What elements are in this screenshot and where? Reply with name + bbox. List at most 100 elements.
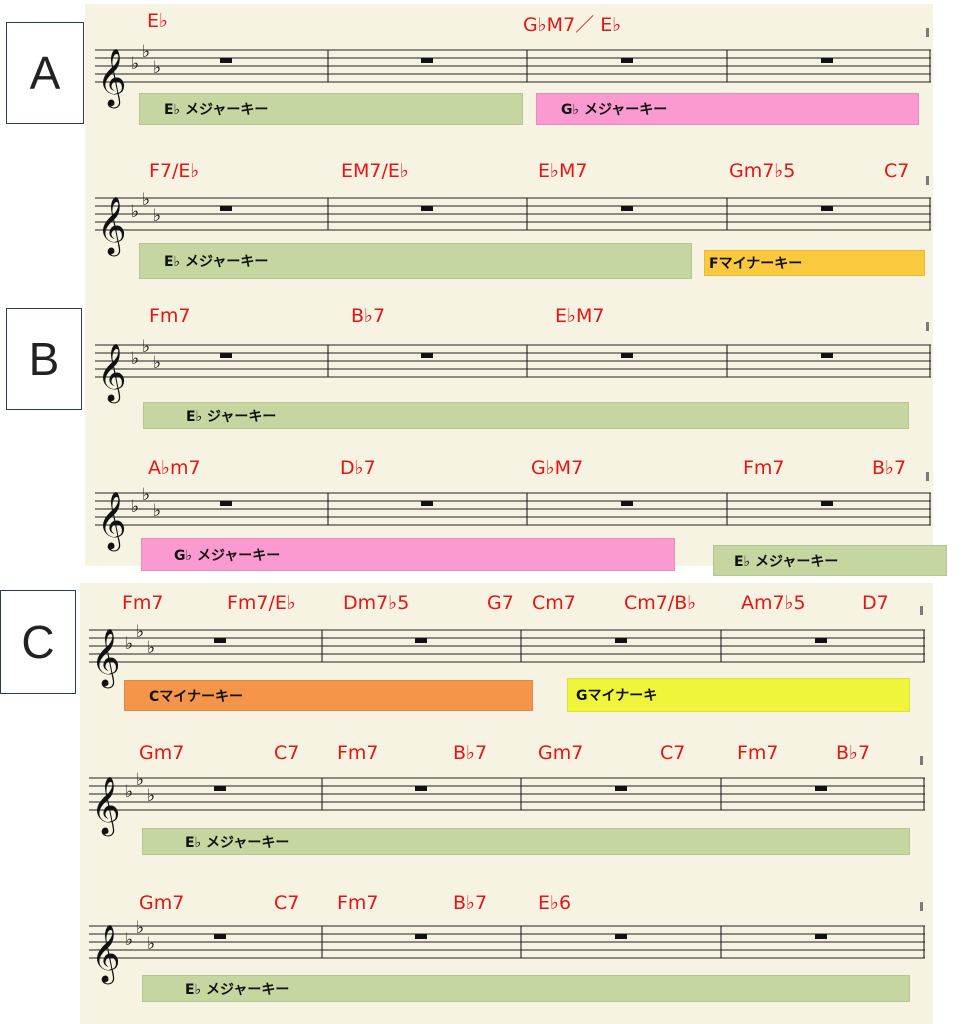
flat-icon: ♭ bbox=[142, 337, 150, 357]
music-staff: 𝄞 ♭♭♭ bbox=[95, 42, 931, 109]
flat-icon: ♭ bbox=[153, 353, 161, 373]
key-bar: Cマイナーキー bbox=[124, 680, 533, 711]
chord-symbol: Fm7 bbox=[149, 305, 191, 327]
section-label-b: B bbox=[6, 308, 82, 410]
whole-rest-icon bbox=[415, 934, 427, 939]
chord-symbol: Fm7 bbox=[737, 742, 779, 764]
flat-icon: ♭ bbox=[153, 501, 161, 521]
treble-clef-icon: 𝄞 bbox=[97, 343, 127, 404]
chord-symbol: E♭ bbox=[147, 10, 168, 32]
chord-symbol: D♭7 bbox=[340, 457, 376, 479]
treble-clef-icon: 𝄞 bbox=[91, 628, 121, 689]
whole-rest-icon bbox=[815, 638, 827, 643]
chord-symbol: Gm7♭5 bbox=[729, 160, 796, 182]
flat-icon: ♭ bbox=[147, 934, 155, 954]
key-bar: E♭ メジャーキー bbox=[139, 93, 523, 125]
chord-symbol: C7 bbox=[884, 160, 910, 182]
treble-clef-icon: 𝄞 bbox=[97, 196, 127, 257]
treble-clef-icon: 𝄞 bbox=[97, 48, 127, 109]
flat-icon: ♭ bbox=[136, 770, 144, 790]
whole-rest-icon bbox=[815, 786, 827, 791]
key-label: G♭ メジャーキー bbox=[561, 102, 668, 118]
whole-rest-icon bbox=[621, 501, 633, 506]
chord-symbol: Cm7/B♭ bbox=[624, 592, 697, 614]
chord-symbol: Fm7 bbox=[337, 892, 379, 914]
key-bar: G♭ メジャーキー bbox=[141, 538, 675, 571]
music-staff: 𝄞 ♭♭♭ bbox=[95, 190, 931, 257]
whole-rest-icon bbox=[421, 501, 433, 506]
whole-rest-icon bbox=[214, 786, 226, 791]
flat-icon: ♭ bbox=[147, 638, 155, 658]
flat-icon: ♭ bbox=[136, 918, 144, 938]
chord-symbol: E♭6 bbox=[538, 892, 572, 914]
treble-clef-icon: 𝄞 bbox=[97, 491, 127, 552]
whole-rest-icon bbox=[415, 638, 427, 643]
system-end-marker bbox=[920, 902, 923, 911]
system-end-marker bbox=[926, 28, 929, 37]
flat-icon: ♭ bbox=[142, 190, 150, 210]
flat-icon: ♭ bbox=[142, 42, 150, 62]
key-label: E♭ ジャーキー bbox=[186, 408, 277, 425]
chord-symbol: Fm7 bbox=[337, 742, 379, 764]
key-label: E♭ メジャーキー bbox=[164, 102, 269, 118]
music-staff: 𝄞 ♭♭♭ bbox=[89, 918, 925, 985]
whole-rest-icon bbox=[821, 353, 833, 358]
chord-symbol: B♭7 bbox=[836, 742, 871, 764]
key-bar: E♭ メジャーキー bbox=[142, 975, 910, 1002]
flat-icon: ♭ bbox=[131, 497, 139, 517]
system-end-marker bbox=[926, 176, 929, 185]
flat-icon: ♭ bbox=[147, 786, 155, 806]
chord-symbol: G7 bbox=[487, 592, 514, 614]
chord-symbol: Gm7 bbox=[538, 742, 584, 764]
chord-symbol: D7 bbox=[862, 592, 889, 614]
system-end-marker bbox=[926, 322, 929, 331]
whole-rest-icon bbox=[214, 638, 226, 643]
chord-symbol: B♭7 bbox=[453, 892, 488, 914]
key-bar: E♭ ジャーキー bbox=[143, 402, 909, 429]
key-bar: E♭ メジャーキー bbox=[139, 243, 692, 279]
flat-icon: ♭ bbox=[153, 206, 161, 226]
flat-icon: ♭ bbox=[136, 622, 144, 642]
treble-clef-icon: 𝄞 bbox=[91, 776, 121, 837]
chord-symbol: E♭M7 bbox=[538, 160, 588, 182]
chord-symbol: Fm7 bbox=[743, 457, 785, 479]
chord-symbol: Am7♭5 bbox=[741, 592, 806, 614]
whole-rest-icon bbox=[615, 786, 627, 791]
section-label-a: A bbox=[6, 22, 84, 124]
chord-symbol: C7 bbox=[274, 892, 300, 914]
flat-icon: ♭ bbox=[131, 54, 139, 74]
chord-symbol: Gm7 bbox=[139, 892, 185, 914]
flat-icon: ♭ bbox=[125, 930, 133, 950]
music-staff: 𝄞 ♭♭♭ bbox=[95, 337, 931, 404]
chord-symbol: EM7/E♭ bbox=[341, 160, 409, 182]
whole-rest-icon bbox=[821, 58, 833, 63]
chord-symbol: A♭m7 bbox=[148, 457, 201, 479]
chord-symbol: C7 bbox=[660, 742, 686, 764]
key-bar: E♭ メジャーキー bbox=[142, 828, 910, 855]
flat-icon: ♭ bbox=[125, 634, 133, 654]
key-label: Fマイナーキー bbox=[709, 256, 803, 272]
flat-icon: ♭ bbox=[131, 349, 139, 369]
whole-rest-icon bbox=[615, 638, 627, 643]
whole-rest-icon bbox=[415, 786, 427, 791]
chord-symbol: Fm7 bbox=[122, 592, 164, 614]
section-label-c: C bbox=[0, 590, 76, 694]
chord-symbol: Dm7♭5 bbox=[343, 592, 410, 614]
whole-rest-icon bbox=[220, 206, 232, 211]
key-bar: Gマイナーキ bbox=[567, 678, 910, 712]
system-end-marker bbox=[920, 756, 923, 765]
chord-symbol: B♭7 bbox=[872, 457, 907, 479]
key-label: E♭ メジャーキー bbox=[164, 254, 269, 270]
chord-symbol: B♭7 bbox=[351, 305, 386, 327]
whole-rest-icon bbox=[421, 353, 433, 358]
key-label: E♭ メジャーキー bbox=[185, 834, 290, 851]
music-staff: 𝄞 ♭♭♭ bbox=[95, 485, 931, 552]
key-label: Gマイナーキ bbox=[576, 688, 658, 704]
whole-rest-icon bbox=[421, 206, 433, 211]
whole-rest-icon bbox=[821, 501, 833, 506]
treble-clef-icon: 𝄞 bbox=[91, 924, 121, 985]
chord-symbol: G♭M7 bbox=[531, 457, 584, 479]
whole-rest-icon bbox=[621, 206, 633, 211]
flat-icon: ♭ bbox=[131, 202, 139, 222]
key-label: E♭ メジャーキー bbox=[185, 981, 290, 998]
